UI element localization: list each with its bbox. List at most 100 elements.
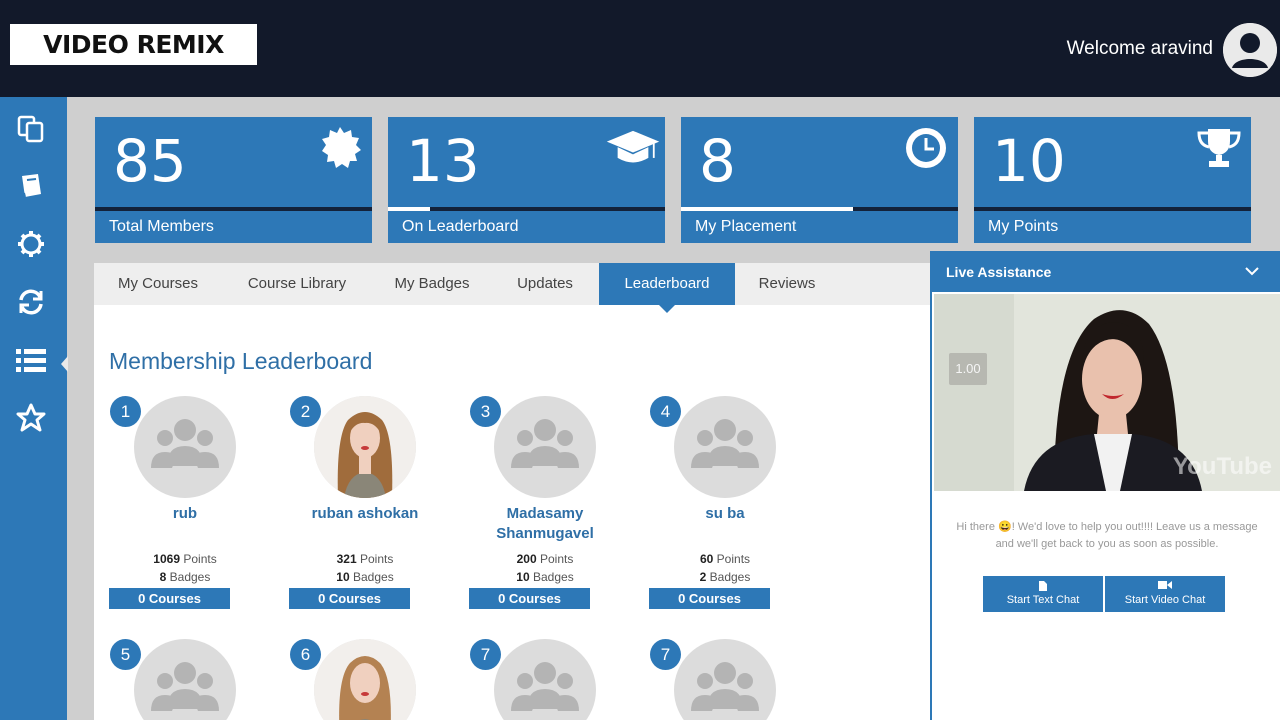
member-badges: 8 (159, 570, 167, 584)
points-label: Points (183, 552, 217, 566)
document-icon (983, 580, 1103, 594)
tab-my-badges[interactable]: My Badges (372, 263, 492, 305)
member-badges: 10 (516, 570, 530, 584)
member-points: 1069 (153, 552, 180, 566)
video-camera-icon (1105, 580, 1225, 594)
stat-progress-fill (681, 207, 853, 211)
badges-label: Badges (533, 570, 574, 584)
member-name[interactable]: Madasamy Shanmugavel (469, 504, 621, 544)
rank-badge: 5 (110, 639, 141, 670)
list-icon[interactable] (14, 343, 48, 377)
member-points: 321 (336, 552, 357, 566)
member-name[interactable]: rub (109, 504, 261, 524)
trophy-icon (1191, 123, 1247, 173)
avatar-placeholder-icon (494, 396, 596, 498)
stat-progress-bar (974, 207, 1251, 211)
member-photo (314, 639, 416, 720)
rank-badge: 3 (470, 396, 501, 427)
stat-label: On Leaderboard (402, 218, 519, 235)
courses-button[interactable]: 0 Courses (649, 588, 770, 609)
stat-progress-bar (388, 207, 665, 211)
chevron-down-icon[interactable] (1244, 263, 1260, 279)
youtube-watermark: YouTube (1172, 453, 1272, 480)
rank-badge: 4 (650, 396, 681, 427)
stat-progress-fill (388, 207, 430, 211)
member-stats: 200 Points 10 Badges (469, 550, 621, 586)
start-text-chat-label: Start Text Chat (1006, 594, 1080, 606)
points-label: Points (360, 552, 394, 566)
member-name[interactable]: su ba (649, 504, 801, 524)
rank-badge: 1 (110, 396, 141, 427)
stat-progress-bar (95, 207, 372, 211)
courses-button[interactable]: 0 Courses (109, 588, 230, 609)
stat-card-on-leaderboard: 13 On Leaderboard (388, 117, 665, 243)
member-stats: 60 Points 2 Badges (649, 550, 801, 586)
member-stats: 321 Points 10 Badges (289, 550, 441, 586)
badges-label: Badges (709, 570, 751, 584)
tab-my-courses[interactable]: My Courses (94, 263, 222, 305)
start-video-chat-label: Start Video Chat (1124, 594, 1206, 606)
stat-card-my-placement: 8 My Placement (681, 117, 958, 243)
stat-value: 8 (699, 127, 736, 195)
badges-label: Badges (169, 570, 211, 584)
live-assistance-title: Live Assistance (946, 264, 1052, 280)
sidebar (0, 97, 68, 720)
avatar-placeholder-icon (674, 396, 776, 498)
avatar-placeholder-icon (134, 639, 236, 720)
rank-badge: 2 (290, 396, 321, 427)
courses-button[interactable]: 0 Courses (469, 588, 590, 609)
refresh-icon[interactable] (14, 285, 48, 319)
book-icon[interactable] (14, 169, 48, 203)
live-assistance-message: Hi there 😀! We'd love to help you out!!!… (956, 521, 1258, 550)
copy-icon[interactable] (14, 112, 48, 146)
stat-card-total-members: 85 Total Members (95, 117, 372, 243)
gear-icon[interactable] (14, 227, 48, 261)
video-player[interactable]: 1.00 YouTube (934, 294, 1280, 491)
member-photo (314, 396, 416, 498)
avatar-placeholder-icon (674, 639, 776, 720)
tab-leaderboard[interactable]: Leaderboard (599, 263, 735, 313)
rank-badge: 7 (650, 639, 681, 670)
avatar-placeholder-icon (494, 639, 596, 720)
stat-value: 85 (113, 127, 187, 195)
points-label: Points (716, 552, 751, 566)
star-icon[interactable] (14, 401, 48, 435)
tab-updates[interactable]: Updates (492, 263, 598, 305)
points-label: Points (540, 552, 574, 566)
stat-label: My Placement (695, 218, 797, 235)
clock-icon (898, 123, 954, 173)
member-badges: 2 (699, 570, 707, 584)
member-badges: 10 (336, 570, 350, 584)
avatar-placeholder-icon (134, 396, 236, 498)
start-video-chat-button[interactable]: Start Video Chat (1105, 576, 1225, 612)
user-avatar-icon[interactable] (1223, 23, 1277, 77)
tab-reviews[interactable]: Reviews (735, 263, 839, 305)
badges-label: Badges (353, 570, 394, 584)
playback-speed-badge[interactable]: 1.00 (949, 353, 987, 385)
rank-badge: 6 (290, 639, 321, 670)
badge-icon (312, 123, 368, 173)
live-assistance-panel: Live Assistance 1.00 YouTube Hi there 😀!… (930, 251, 1280, 720)
start-text-chat-button[interactable]: Start Text Chat (983, 576, 1103, 612)
rank-badge: 7 (470, 639, 501, 670)
tab-course-library[interactable]: Course Library (222, 263, 372, 305)
member-points: 200 (516, 552, 537, 566)
stat-progress-bar (681, 207, 958, 211)
stat-label: Total Members (109, 218, 214, 235)
stat-value: 10 (992, 127, 1066, 195)
leaderboard-title: Membership Leaderboard (109, 348, 373, 374)
welcome-text: Welcome aravind (1066, 38, 1213, 59)
graduation-cap-icon (605, 123, 661, 173)
sidebar-active-caret (61, 356, 68, 372)
member-name[interactable]: ruban ashokan (289, 504, 441, 524)
courses-button[interactable]: 0 Courses (289, 588, 410, 609)
live-assistance-header[interactable]: Live Assistance (932, 253, 1280, 292)
app-logo[interactable]: VIDEO REMIX (10, 24, 257, 65)
member-points: 60 (699, 552, 714, 566)
stat-label: My Points (988, 218, 1059, 235)
logo-text: VIDEO REMIX (43, 30, 224, 59)
member-stats: 1069 Points 8 Badges (109, 550, 261, 586)
stat-card-my-points: 10 My Points (974, 117, 1251, 243)
top-header: VIDEO REMIX Welcome aravind (0, 0, 1280, 97)
stat-value: 13 (406, 127, 480, 195)
